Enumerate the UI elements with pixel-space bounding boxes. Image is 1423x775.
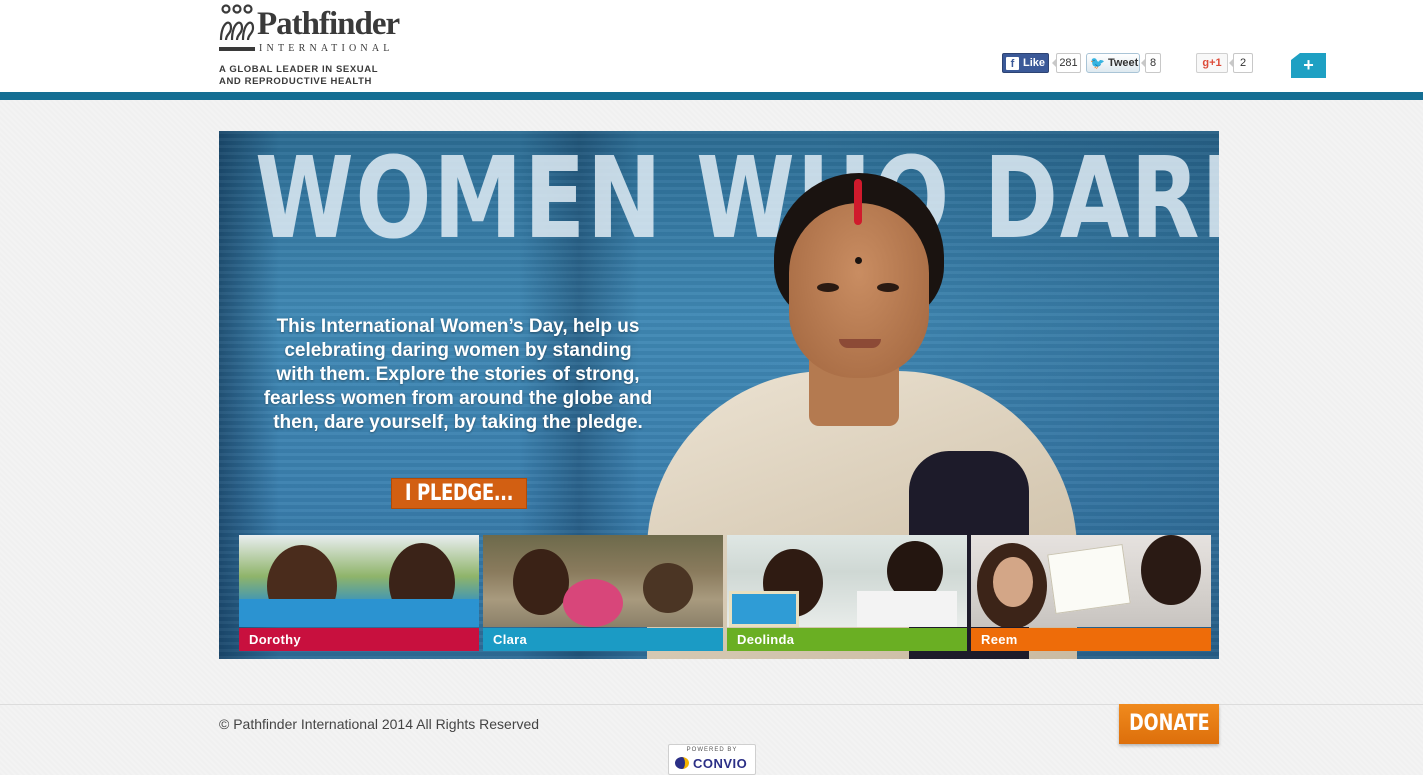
convio-logo-icon: [675, 757, 689, 769]
portrait-bindi: [855, 257, 862, 264]
google-plus-button[interactable]: g+1: [1196, 53, 1228, 73]
pathfinder-figures-icon: [219, 4, 255, 41]
story-clara[interactable]: Clara: [483, 535, 723, 651]
tagline-line-1: A GLOBAL LEADER IN SEXUAL: [219, 64, 379, 75]
share-plus-button[interactable]: +: [1291, 53, 1326, 78]
story-label-deolinda: Deolinda: [727, 628, 967, 651]
facebook-like-button[interactable]: f Like: [1002, 53, 1049, 73]
facebook-icon: f: [1006, 56, 1019, 70]
portrait-eye-left: [817, 283, 839, 292]
story-thumbnails: Dorothy Clara Deolinda Reem: [239, 535, 1211, 651]
facebook-like-label: Like: [1023, 57, 1046, 69]
donate-button-label: DONATE: [1129, 711, 1210, 736]
hero-banner: WOMEN WHO DARE This International Women’…: [219, 131, 1219, 659]
portrait-eye-right: [877, 283, 899, 292]
pledge-button[interactable]: I PLEDGE...: [391, 478, 527, 509]
tweet-button[interactable]: 🐦 Tweet: [1086, 53, 1140, 73]
portrait-face: [789, 203, 929, 378]
dorothy-photo: [239, 535, 479, 627]
google-plus-count: 2: [1229, 53, 1253, 73]
tweet-label: Tweet: [1107, 57, 1139, 69]
story-label-dorothy: Dorothy: [239, 628, 479, 651]
clara-photo: [483, 535, 723, 627]
logo-tagline: A GLOBAL LEADER IN SEXUAL AND REPRODUCTI…: [219, 64, 378, 88]
portrait-sindoor: [854, 179, 862, 225]
logo-rule: [219, 47, 255, 51]
pathfinder-logo[interactable]: Pathfinder INTERNATIONAL A GLOBAL LEADER…: [219, 4, 401, 88]
deolinda-photo: [727, 535, 967, 627]
hero-intro-text: This International Women’s Day, help us …: [263, 316, 653, 433]
tweet-count: 8: [1141, 53, 1161, 73]
plus-icon: +: [1303, 55, 1314, 75]
donate-button[interactable]: DONATE: [1119, 704, 1219, 744]
pledge-button-label: I PLEDGE...: [404, 481, 514, 506]
facebook-like-count: 281: [1052, 53, 1081, 73]
powered-by-label: POWERED BY: [686, 747, 738, 753]
story-label-clara: Clara: [483, 628, 723, 651]
reem-photo: [971, 535, 1211, 627]
story-label-reem: Reem: [971, 628, 1211, 651]
story-deolinda[interactable]: Deolinda: [727, 535, 967, 651]
story-dorothy[interactable]: Dorothy: [239, 535, 479, 651]
convio-label: CONVIO: [693, 756, 748, 771]
tagline-line-2: AND REPRODUCTIVE HEALTH: [219, 76, 372, 87]
logo-subname: INTERNATIONAL: [259, 43, 394, 54]
logo-name: Pathfinder: [257, 6, 400, 42]
powered-by-convio-badge[interactable]: POWERED BY CONVIO: [668, 744, 756, 775]
header-accent-bar: [0, 92, 1423, 100]
site-header: Pathfinder INTERNATIONAL A GLOBAL LEADER…: [0, 0, 1423, 92]
twitter-bird-icon: 🐦: [1090, 56, 1105, 70]
story-reem[interactable]: Reem: [971, 535, 1211, 651]
portrait-mouth: [839, 339, 881, 348]
copyright-text: © Pathfinder International 2014 All Righ…: [219, 716, 540, 732]
